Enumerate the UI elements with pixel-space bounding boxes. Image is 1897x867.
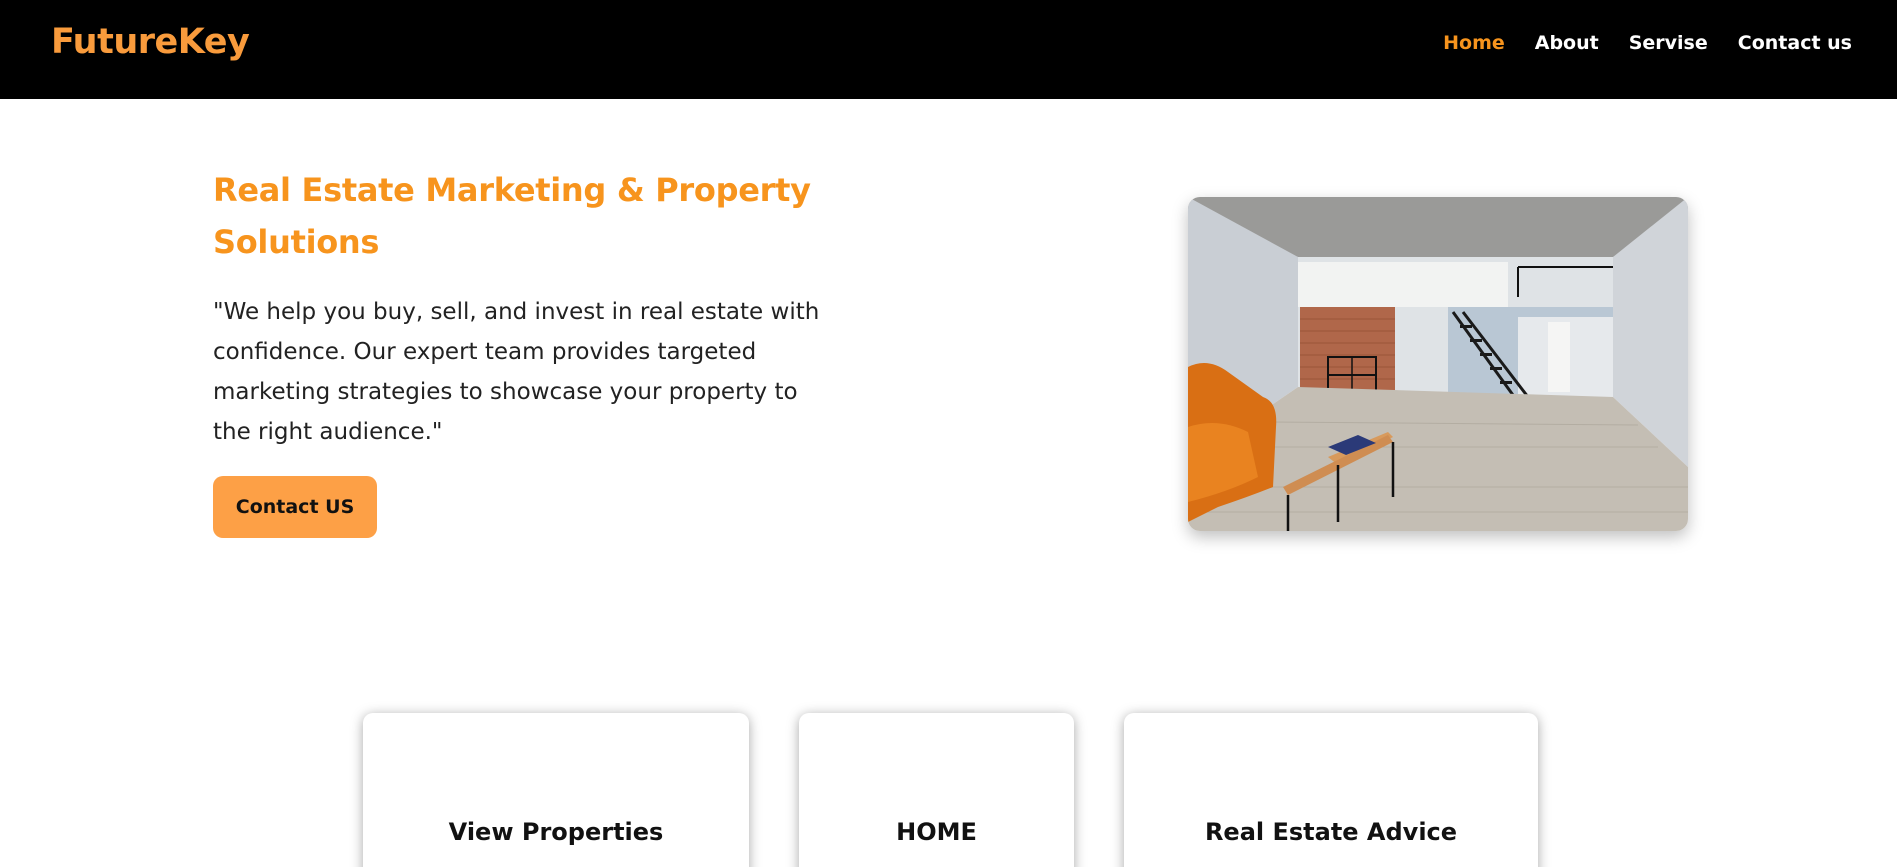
hero-image [1188,197,1688,531]
nav-menu: Home About Servise Contact us [1443,32,1852,54]
contact-us-button[interactable]: Contact US [213,476,377,538]
card-title: Real Estate Advice [1204,818,1458,846]
interior-room-illustration [1188,197,1688,531]
card-title: View Properties [448,818,664,846]
brand-logo[interactable]: FutureKey [51,22,250,62]
card-view-properties[interactable]: View Properties [363,713,749,867]
nav-link-contact[interactable]: Contact us [1738,32,1852,54]
navbar: FutureKey Home About Servise Contact us [0,0,1897,99]
card-title: HOME [896,818,977,846]
nav-link-about[interactable]: About [1535,32,1599,54]
hero-title: Real Estate Marketing & Property Solutio… [213,171,811,261]
nav-link-service[interactable]: Servise [1629,32,1708,54]
card-real-estate-advice[interactable]: Real Estate Advice [1124,713,1538,867]
hero-description: "We help you buy, sell, and invest in re… [213,299,820,445]
nav-link-home[interactable]: Home [1443,32,1505,54]
card-home[interactable]: HOME [799,713,1074,867]
